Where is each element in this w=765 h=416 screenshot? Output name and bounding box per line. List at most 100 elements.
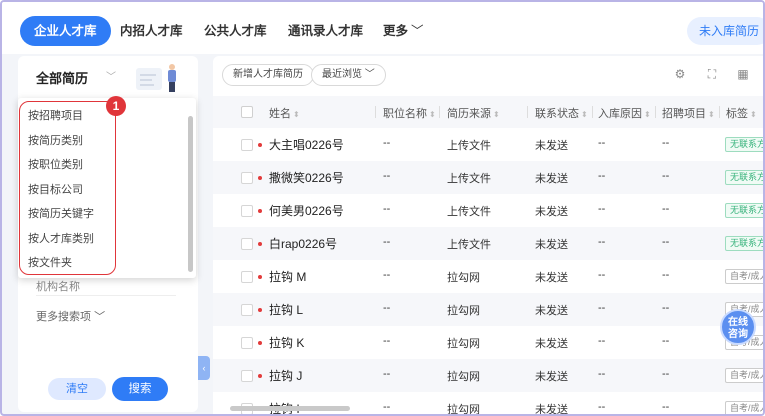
column-divider (655, 106, 656, 118)
table-row[interactable]: 白rap0226号 -- 上传文件 未发送 -- -- 无联系方式 (213, 227, 763, 260)
table-row[interactable]: 拉钩 K--拉勾网未发送----自考/成人 (213, 326, 763, 359)
candidate-name-link[interactable]: 大主唱0226号 (269, 136, 344, 153)
column-divider (719, 106, 720, 118)
column-name[interactable]: 姓名 ⬍ (269, 105, 300, 121)
cell-project: -- (662, 203, 670, 215)
row-checkbox[interactable] (241, 337, 253, 349)
tab-public-talent[interactable]: 公共人才库 (204, 16, 267, 46)
cell-status: 未发送 (535, 371, 568, 383)
candidate-name-link[interactable]: 撒微笑0226号 (269, 169, 344, 186)
table-row[interactable]: 拉钩 L -- 拉勾网 未发送 -- -- 自考/成人 (213, 293, 763, 326)
app-frame: 企业人才库 内招人才库 公共人才库 通讯录人才库 更多 ﹀ 未入库简历 全部简历 … (0, 0, 765, 416)
cell-source: 拉勾网 (447, 272, 480, 284)
grid-view-icon[interactable]: ▦ (735, 66, 751, 82)
cell-project: -- (662, 170, 670, 182)
candidate-name-link[interactable]: 拉钩 L (269, 301, 303, 318)
row-checkbox[interactable] (241, 172, 253, 184)
table-row[interactable]: 大主唱0226号 -- 上传文件 未发送 -- -- 无联系方式 (213, 128, 763, 161)
sort-icon: ⬍ (429, 110, 436, 119)
column-divider (527, 106, 528, 118)
row-checkbox[interactable] (241, 370, 253, 382)
settings-icon[interactable]: ⚙ (672, 66, 688, 82)
consult-label-line2: 咨询 (728, 329, 748, 340)
cell-reason: -- (598, 335, 606, 347)
collapse-panel-handle[interactable]: ‹ (198, 356, 210, 380)
table-row[interactable]: 何美男0226号 -- 上传文件 未发送 -- -- 无联系方式 (213, 194, 763, 227)
cell-job: -- (383, 335, 391, 347)
cell-reason: -- (598, 401, 606, 413)
cell-status: 未发送 (535, 173, 568, 185)
org-name-field[interactable]: 机构名称 (36, 278, 80, 294)
candidate-name-link[interactable]: 拉钩 M (269, 268, 306, 285)
tab-internal-talent[interactable]: 内招人才库 (120, 16, 183, 46)
table-row[interactable]: 撒微笑0226号 -- 上传文件 未发送 -- -- 无联系方式 (213, 161, 763, 194)
unread-dot-icon (258, 209, 262, 213)
cell-project: -- (662, 401, 670, 413)
column-source-label: 简历来源 (447, 108, 491, 120)
cell-reason: -- (598, 368, 606, 380)
cell-job: -- (383, 203, 391, 215)
select-all-checkbox[interactable] (241, 106, 253, 118)
column-job-label: 职位名称 (383, 108, 427, 120)
column-status[interactable]: 联系状态 ⬍ (535, 105, 588, 121)
column-tag-label: 标签 (726, 108, 748, 120)
tab-more[interactable]: 更多 ﹀ (383, 16, 424, 46)
cell-job: -- (383, 170, 391, 182)
more-search-toggle[interactable]: 更多搜索项 ﹀ (36, 308, 105, 324)
online-consult-button[interactable]: 在线 咨询 (720, 309, 756, 345)
cell-reason: -- (598, 302, 606, 314)
table-row[interactable]: 拉钩 I--拉勾网未发送----自考/成人 (213, 392, 763, 414)
horizontal-scrollbar[interactable] (230, 406, 350, 411)
sort-icon: ⬍ (293, 110, 300, 119)
row-checkbox[interactable] (241, 139, 253, 151)
top-tab-bar: 企业人才库 内招人才库 公共人才库 通讯录人才库 更多 ﹀ 未入库简历 (2, 2, 763, 54)
tag-badge: 自考/成人 (725, 401, 763, 414)
unread-dot-icon (258, 176, 262, 180)
unwarehoused-resume-button[interactable]: 未入库简历 (686, 17, 763, 45)
tab-enterprise-talent[interactable]: 企业人才库 (20, 16, 111, 46)
candidate-name-link[interactable]: 拉钩 K (269, 334, 304, 351)
cell-source: 拉勾网 (447, 338, 480, 350)
column-divider (375, 106, 376, 118)
row-checkbox[interactable] (241, 238, 253, 250)
row-checkbox[interactable] (241, 271, 253, 283)
tag-badge: 无联系方式 (725, 137, 763, 152)
unread-dot-icon (258, 308, 262, 312)
search-button[interactable]: 搜索 (112, 377, 168, 401)
column-job[interactable]: 职位名称 ⬍ (383, 105, 436, 121)
table-row[interactable]: 拉钩 M -- 拉勾网 未发送 -- -- 自考/成人 (213, 260, 763, 293)
column-reason-label: 入库原因 (598, 108, 642, 120)
cell-source: 上传文件 (447, 140, 491, 152)
column-reason[interactable]: 入库原因 ⬍ (598, 105, 651, 121)
cell-status: 未发送 (535, 140, 568, 152)
annotation-badge: 1 (106, 96, 126, 116)
sort-icon: ⬍ (750, 110, 757, 119)
cell-source: 上传文件 (447, 173, 491, 185)
sort-icon: ⬍ (708, 110, 715, 119)
clear-button[interactable]: 清空 (48, 378, 106, 400)
cell-project: -- (662, 368, 670, 380)
fullscreen-icon[interactable]: ⛶ (704, 66, 720, 82)
cell-reason: -- (598, 137, 606, 149)
column-project[interactable]: 招聘项目 ⬍ (662, 105, 715, 121)
recent-browse-label: 最近浏览 (322, 69, 362, 80)
row-checkbox[interactable] (241, 304, 253, 316)
candidate-name-link[interactable]: 拉钩 J (269, 367, 302, 384)
candidate-name-link[interactable]: 白rap0226号 (269, 235, 337, 252)
resume-scope-select[interactable]: 全部简历 (36, 68, 88, 87)
dropdown-scrollbar[interactable] (188, 116, 193, 272)
tag-badge: 无联系方式 (725, 236, 763, 251)
column-divider (439, 106, 440, 118)
column-tag[interactable]: 标签 ⬍ (726, 105, 757, 121)
recent-browse-button[interactable]: 最近浏览 ﹀ (311, 64, 386, 86)
new-talent-resume-button[interactable]: 新增人才库简历 (222, 64, 314, 86)
table-row[interactable]: 拉钩 J -- 拉勾网 未发送 -- -- 自考/成人 (213, 359, 763, 392)
candidate-name-link[interactable]: 何美男0226号 (269, 202, 344, 219)
tab-contacts-talent[interactable]: 通讯录人才库 (288, 16, 363, 46)
chevron-down-icon[interactable]: ﹀ (106, 68, 116, 83)
column-source[interactable]: 简历来源 ⬍ (447, 105, 500, 121)
cell-source: 拉勾网 (447, 305, 480, 317)
cell-project: -- (662, 302, 670, 314)
cell-source: 拉勾网 (447, 371, 480, 383)
row-checkbox[interactable] (241, 205, 253, 217)
